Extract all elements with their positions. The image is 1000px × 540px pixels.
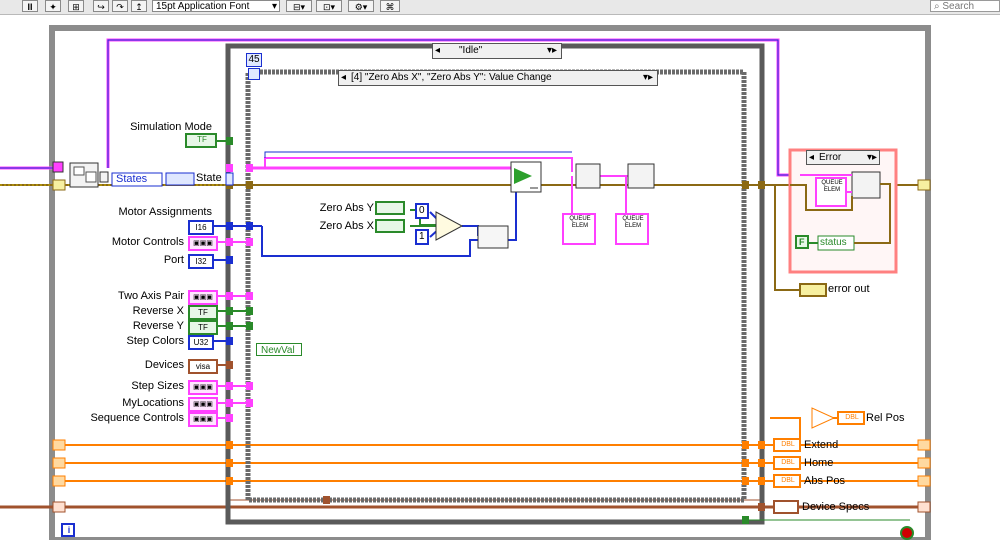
devices-label: Devices bbox=[144, 359, 184, 371]
step-sizes-terminal[interactable]: ▣▣▣ bbox=[188, 380, 218, 395]
motor-assignments-terminal[interactable]: I16 bbox=[188, 220, 214, 235]
simulation-mode-tag: TF bbox=[197, 135, 207, 144]
case-selector[interactable]: ◂ "Idle" ▾▸ bbox=[432, 43, 562, 59]
event-prev-icon[interactable]: ◂ bbox=[341, 71, 346, 85]
sequence-controls-terminal[interactable]: ▣▣▣ bbox=[188, 412, 218, 427]
device-specs-label: Device Specs bbox=[802, 501, 870, 513]
error-out-terminal[interactable] bbox=[799, 283, 827, 297]
bundle-node[interactable] bbox=[99, 171, 109, 183]
zero-abs-x-terminal[interactable] bbox=[375, 219, 405, 233]
state-label: State bbox=[196, 172, 222, 184]
queue-elem-label-1: QUEUE ELEM bbox=[569, 216, 591, 229]
error-case-prev-icon[interactable]: ◂ bbox=[809, 151, 814, 164]
case-structure-frame[interactable] bbox=[225, 43, 765, 525]
case-tunnels bbox=[226, 137, 765, 524]
zero-abs-y-label: Zero Abs Y bbox=[319, 202, 374, 214]
stop-terminal-icon[interactable] bbox=[900, 526, 914, 540]
iteration-label: i bbox=[67, 525, 71, 535]
extend-dbl-tag: DBL bbox=[781, 441, 795, 448]
reverse-y-terminal[interactable]: TF bbox=[188, 320, 218, 335]
control-wires bbox=[202, 140, 760, 419]
port-terminal[interactable]: I32 bbox=[188, 254, 214, 269]
mylocations-label: MyLocations bbox=[122, 397, 184, 409]
case-selector-label: "Idle" bbox=[459, 45, 483, 56]
devices-terminal[interactable]: visa bbox=[188, 359, 218, 374]
enqueue-subvi[interactable] bbox=[510, 161, 542, 193]
extend-label: Extend bbox=[804, 439, 839, 451]
rel-pos-dbl-tag: DBL bbox=[845, 414, 859, 421]
reverse-x-label: Reverse X bbox=[132, 305, 184, 317]
rel-pos-label: Rel Pos bbox=[866, 412, 905, 424]
reverse-x-terminal[interactable]: TF bbox=[188, 305, 218, 320]
error-wire-top bbox=[106, 38, 800, 177]
event-timeout-terminal: 45 bbox=[246, 53, 262, 67]
unbundle-node-3[interactable] bbox=[851, 171, 881, 199]
reverse-y-label: Reverse Y bbox=[132, 320, 184, 332]
device-specs-terminal[interactable] bbox=[773, 500, 799, 514]
event-selector[interactable]: ◂ [4] "Zero Abs X", "Zero Abs Y": Value … bbox=[338, 70, 658, 86]
home-label: Home bbox=[804, 457, 834, 469]
status-label: status bbox=[820, 237, 847, 248]
false-constant-label: F bbox=[799, 237, 805, 247]
sequence-controls-label: Sequence Controls bbox=[90, 412, 184, 424]
queue-elem-label-3: QUEUE ELEM bbox=[821, 180, 843, 193]
const-zero-label: 0 bbox=[419, 205, 425, 216]
abs-pos-label: Abs Pos bbox=[804, 475, 845, 487]
error-case-dropdown-icon[interactable]: ▾▸ bbox=[867, 151, 877, 164]
port-label: Port bbox=[163, 254, 184, 266]
select-node[interactable] bbox=[435, 211, 464, 241]
error-case-selector[interactable]: ◂ Error ▾▸ bbox=[806, 150, 880, 165]
step-colors-label: Step Colors bbox=[126, 335, 184, 347]
motor-assignments-label: Motor Assignments bbox=[118, 206, 212, 218]
unbundle-by-name-node[interactable] bbox=[69, 162, 99, 188]
queue-elem-label-2: QUEUE ELEM bbox=[622, 216, 644, 229]
negate-node[interactable] bbox=[811, 407, 836, 429]
motor-controls-terminal[interactable]: ▣▣▣ bbox=[188, 236, 218, 251]
event-structure-frame[interactable] bbox=[245, 69, 747, 503]
step-colors-terminal[interactable]: U32 bbox=[188, 335, 214, 350]
unbundle-node-2[interactable] bbox=[627, 163, 655, 189]
case-prev-icon[interactable]: ◂ bbox=[435, 44, 440, 58]
event-dropdown-icon[interactable]: ▾▸ bbox=[643, 71, 653, 85]
hourglass-icon bbox=[248, 68, 260, 80]
states-label: States bbox=[116, 173, 148, 185]
simulation-mode-label: Simulation Mode bbox=[130, 121, 212, 133]
home-dbl-tag: DBL bbox=[781, 459, 795, 466]
mylocations-terminal[interactable]: ▣▣▣ bbox=[188, 397, 218, 412]
zero-abs-x-label: Zero Abs X bbox=[319, 220, 374, 232]
build-array-node[interactable] bbox=[477, 225, 509, 249]
newval-node[interactable]: NewVal bbox=[256, 343, 302, 356]
error-case-label: Error bbox=[819, 152, 842, 163]
abs-pos-dbl-tag: DBL bbox=[781, 477, 795, 484]
error-out-label: error out bbox=[828, 283, 870, 295]
zero-abs-y-terminal[interactable] bbox=[375, 201, 405, 215]
two-axis-pair-label: Two Axis Pair bbox=[117, 290, 184, 302]
const-one-label: 1 bbox=[419, 231, 425, 242]
case-dropdown-icon[interactable]: ▾▸ bbox=[547, 44, 557, 58]
unbundle-node-1[interactable] bbox=[575, 163, 601, 189]
two-axis-pair-terminal[interactable]: ▣▣▣ bbox=[188, 290, 218, 305]
event-selector-label: [4] "Zero Abs X", "Zero Abs Y": Value Ch… bbox=[351, 72, 552, 83]
motor-controls-label: Motor Controls bbox=[111, 236, 184, 248]
step-sizes-label: Step Sizes bbox=[131, 380, 184, 392]
